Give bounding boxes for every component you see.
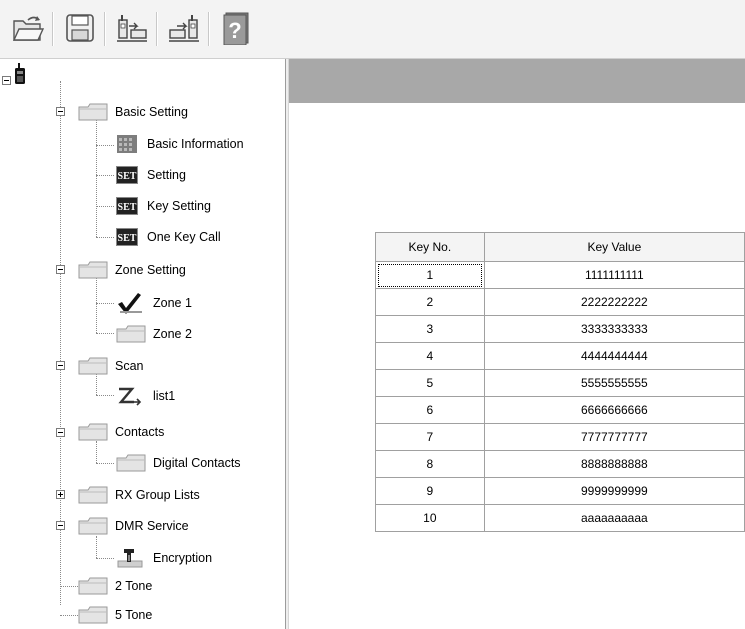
tree-root[interactable] [13,62,27,88]
set-icon: SET [116,227,140,247]
expander-rx-group-lists[interactable] [56,490,65,499]
help-icon: ? [223,12,249,45]
table-header-row: Key No. Key Value [375,232,745,262]
column-header-key-value[interactable]: Key Value [483,232,745,262]
folder-icon [78,356,108,376]
key-no-cell[interactable]: 3 [375,315,485,343]
read-from-radio-button[interactable] [114,10,150,46]
write-to-radio-icon [169,15,199,42]
table-row[interactable]: 8 8888888888 [375,450,745,478]
key-no-cell[interactable]: 2 [375,288,485,316]
tree-item-zone-1[interactable]: Zone 1 [116,292,192,314]
tree-item-digital-contacts[interactable]: Digital Contacts [116,452,241,474]
key-no-cell[interactable]: 10 [375,504,485,532]
key-value-cell[interactable]: 1111111111 [483,261,745,289]
key-value-cell[interactable]: 7777777777 [483,423,745,451]
folder-icon [78,422,108,442]
svg-text:SET: SET [118,171,137,182]
expander-zone-setting[interactable] [56,265,65,274]
key-value-table: Key No. Key Value 1 1111111111 2 2222222… [375,232,745,532]
open-button[interactable] [10,10,46,46]
table-row[interactable]: 4 4444444444 [375,342,745,370]
folder-icon [116,453,146,473]
tree-item-list1[interactable]: list1 [116,385,175,407]
write-to-radio-button[interactable] [166,10,202,46]
key-no-cell[interactable]: 8 [375,450,485,478]
svg-text:SET: SET [118,202,137,213]
expander-contacts[interactable] [56,428,65,437]
tree-item-contacts[interactable]: Contacts [78,421,164,443]
tree-item-basic-information[interactable]: Basic Information [116,133,244,155]
save-button[interactable] [62,10,98,46]
tree-item-dmr-service[interactable]: DMR Service [78,515,189,537]
key-value-cell[interactable]: 3333333333 [483,315,745,343]
key-value-cell[interactable]: 4444444444 [483,342,745,370]
key-value-cell[interactable]: aaaaaaaaaa [483,504,745,532]
tree-item-one-key-call[interactable]: SET One Key Call [116,226,221,248]
folder-icon [78,605,108,625]
save-icon [66,14,94,42]
expander-root[interactable] [2,76,11,85]
panel-header-band [289,59,745,103]
checkmark-icon [116,293,146,314]
folder-icon [78,485,108,505]
table-row[interactable]: 3 3333333333 [375,315,745,343]
key-value-cell[interactable]: 5555555555 [483,369,745,397]
folder-icon [78,576,108,596]
tree-item-zone-setting[interactable]: Zone Setting [78,259,186,281]
folder-icon [116,324,146,344]
expander-basic-setting[interactable] [56,107,65,116]
grid-icon [116,134,140,154]
svg-text:SET: SET [118,233,137,244]
table-row[interactable]: 1 1111111111 [375,261,745,289]
key-no-cell[interactable]: 5 [375,369,485,397]
key-value-cell[interactable]: 6666666666 [483,396,745,424]
expander-dmr-service[interactable] [56,521,65,530]
tree-item-zone-2[interactable]: Zone 2 [116,323,192,345]
key-no-cell[interactable]: 4 [375,342,485,370]
key-no-cell[interactable]: 6 [375,396,485,424]
folder-icon [78,260,108,280]
tree-item-scan[interactable]: Scan [78,355,144,377]
encryption-icon [116,548,146,568]
key-no-cell[interactable]: 9 [375,477,485,505]
key-value-cell[interactable]: 9999999999 [483,477,745,505]
read-from-radio-icon [117,15,147,42]
radio-icon [13,62,27,88]
table-row[interactable]: 9 9999999999 [375,477,745,505]
key-value-cell[interactable]: 8888888888 [483,450,745,478]
tree-item-5-tone[interactable]: 5 Tone [78,604,152,626]
folder-icon [78,102,108,122]
table-row[interactable]: 5 5555555555 [375,369,745,397]
key-no-cell[interactable]: 1 [375,261,485,289]
set-icon: SET [116,196,140,216]
tree-item-rx-group-lists[interactable]: RX Group Lists [78,484,200,506]
tree-item-setting[interactable]: SET Setting [116,164,186,186]
table-row[interactable]: 10 aaaaaaaaaa [375,504,745,532]
key-no-cell[interactable]: 7 [375,423,485,451]
tree-item-key-setting[interactable]: SET Key Setting [116,195,211,217]
content-panel: Key No. Key Value 1 1111111111 2 2222222… [289,59,745,629]
folder-icon [78,516,108,536]
toolbar: ? [0,0,745,59]
scan-list-icon [116,386,146,406]
table-row[interactable]: 2 2222222222 [375,288,745,316]
key-value-cell[interactable]: 2222222222 [483,288,745,316]
expander-scan[interactable] [56,361,65,370]
tree-item-encryption[interactable]: Encryption [116,547,212,569]
set-icon: SET [116,165,140,185]
help-label: ? [228,18,241,43]
column-header-key-no[interactable]: Key No. [375,232,485,262]
table-row[interactable]: 7 7777777777 [375,423,745,451]
table-row[interactable]: 6 6666666666 [375,396,745,424]
open-icon [12,16,45,41]
tree-item-basic-setting[interactable]: Basic Setting [78,101,188,123]
tree-item-2-tone[interactable]: 2 Tone [78,575,152,597]
help-button[interactable]: ? [218,10,254,46]
navigation-tree: Basic Setting Basic Information SET Sett… [0,59,285,629]
